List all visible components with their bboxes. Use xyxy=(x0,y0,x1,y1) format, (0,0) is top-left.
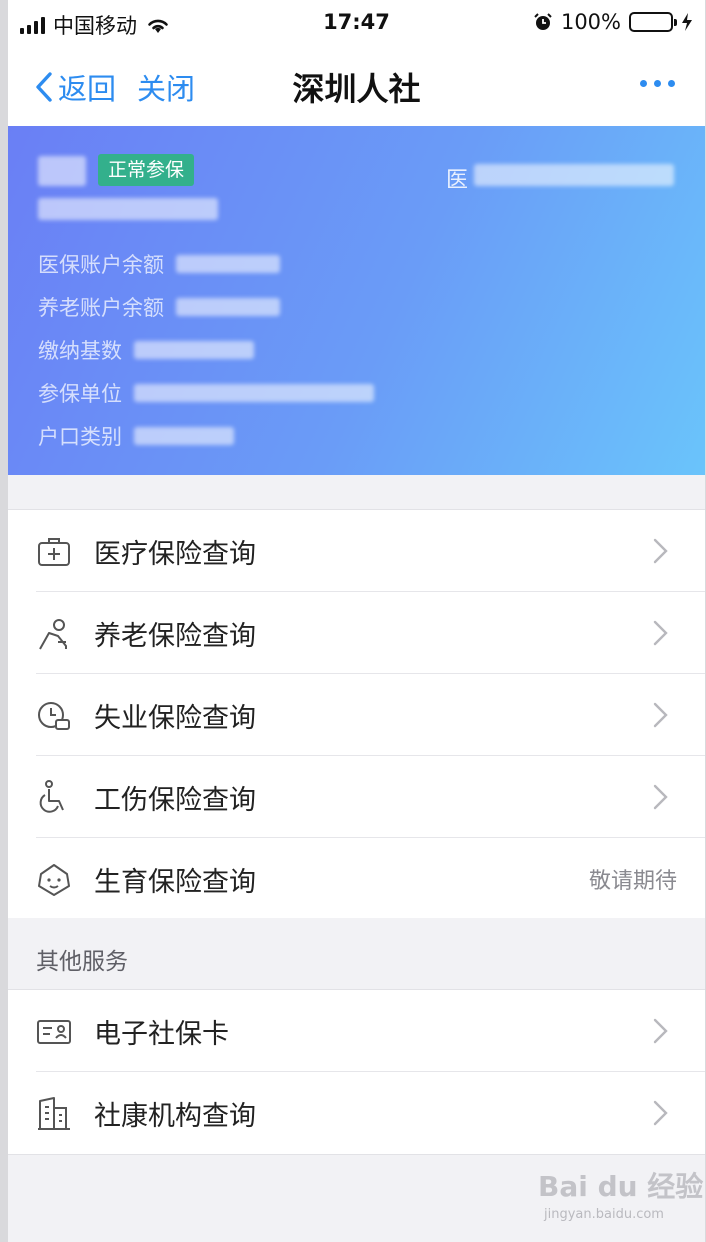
watermark-subtext: jingyan.baidu.com xyxy=(544,1207,664,1222)
section-header-other-services: 其他服务 xyxy=(8,918,705,989)
list-item-work-injury-insurance[interactable]: 工伤保险查询 xyxy=(8,756,705,838)
building-icon xyxy=(38,1097,70,1130)
item-label: 失业保险查询 xyxy=(94,702,256,734)
status-badge: 正常参保 xyxy=(98,154,195,186)
battery-icon xyxy=(629,12,677,32)
dot-icon xyxy=(668,80,675,87)
list-item-unemployment-insurance[interactable]: 失业保险查询 xyxy=(8,674,705,756)
field-employer: 参保单位 xyxy=(38,371,374,414)
id-card-icon xyxy=(37,1020,71,1044)
list-item-medical-insurance[interactable]: 医疗保险查询 xyxy=(8,510,705,592)
chevron-right-icon xyxy=(653,1018,668,1044)
chevron-right-icon xyxy=(653,1100,668,1126)
dot-icon xyxy=(640,80,647,87)
chevron-right-icon xyxy=(653,538,668,564)
back-label: 返回 xyxy=(58,72,117,106)
field-pension-balance: 养老账户余额 xyxy=(38,285,374,328)
item-label: 养老保险查询 xyxy=(94,620,256,652)
redacted-medical-number xyxy=(474,164,674,186)
field-label: 参保单位 xyxy=(38,381,122,406)
field-label: 户口类别 xyxy=(38,424,122,449)
redacted-value xyxy=(176,254,280,273)
redacted-name xyxy=(38,156,86,186)
baidu-watermark: Bai du 经验 jingyan.baidu.com xyxy=(538,1165,703,1222)
redacted-value xyxy=(134,340,254,359)
insurance-query-list: 医疗保险查询 养老保险查询 失业保险查询 工伤保险查询 生育保险查询 敬请期待 xyxy=(8,509,705,921)
dot-icon xyxy=(654,80,661,87)
battery-percent: 100% xyxy=(560,10,621,34)
back-button[interactable]: 返回 xyxy=(34,66,116,108)
chevron-right-icon xyxy=(653,784,668,810)
list-item-community-health-query[interactable]: 社康机构查询 xyxy=(8,1072,705,1154)
field-label: 医保账户余额 xyxy=(38,252,164,277)
field-household-type: 户口类别 xyxy=(38,414,374,457)
list-item-electronic-social-card[interactable]: 电子社保卡 xyxy=(8,990,705,1072)
list-item-maternity-insurance[interactable]: 生育保险查询 敬请期待 xyxy=(8,838,705,920)
redacted-value xyxy=(134,426,234,445)
unemployment-icon xyxy=(38,702,70,730)
field-label: 养老账户余额 xyxy=(38,295,164,320)
alarm-icon xyxy=(534,13,552,30)
item-label: 社康机构查询 xyxy=(94,1100,256,1132)
close-button[interactable]: 关闭 xyxy=(137,66,195,108)
more-options-button[interactable] xyxy=(640,80,675,87)
watermark-text: Bai du 经验 xyxy=(538,1170,704,1203)
baby-face-icon xyxy=(38,864,70,896)
chevron-right-icon xyxy=(653,620,668,646)
field-label: 缴纳基数 xyxy=(38,338,122,363)
card-fields: 医保账户余额 养老账户余额 缴纳基数 参保单位 户口类别 xyxy=(38,242,374,457)
redacted-value xyxy=(134,383,374,402)
list-item-pension-insurance[interactable]: 养老保险查询 xyxy=(8,592,705,674)
section-title: 其他服务 xyxy=(36,949,128,975)
redacted-value xyxy=(176,297,280,316)
app-frame: 中国移动 17:47 100% 返回 关闭 深圳人社 正常参保 医 医保账户余额… xyxy=(8,0,705,1242)
item-label: 工伤保险查询 xyxy=(94,784,256,816)
elderly-person-icon xyxy=(39,619,67,650)
item-label: 生育保险查询 xyxy=(94,866,256,898)
chevron-right-icon xyxy=(653,702,668,728)
coming-soon-label: 敬请期待 xyxy=(588,869,677,894)
nav-bar: 返回 关闭 深圳人社 xyxy=(8,50,705,126)
charging-icon xyxy=(682,13,692,31)
medical-card-label: 医 xyxy=(446,168,469,193)
status-bar: 中国移动 17:47 100% xyxy=(8,0,705,50)
field-contribution-base: 缴纳基数 xyxy=(38,328,374,371)
status-right: 100% xyxy=(533,10,693,34)
item-label: 医疗保险查询 xyxy=(94,538,256,570)
wheelchair-icon xyxy=(39,780,64,813)
item-label: 电子社保卡 xyxy=(94,1018,229,1050)
field-medical-balance: 医保账户余额 xyxy=(38,242,374,285)
redacted-id-number xyxy=(38,198,218,220)
insurance-card: 正常参保 医 医保账户余额 养老账户余额 缴纳基数 参保单位 户口类别 xyxy=(8,126,705,475)
medical-kit-icon xyxy=(38,538,70,566)
chevron-left-icon xyxy=(36,72,52,102)
other-services-list: 电子社保卡 社康机构查询 xyxy=(8,989,705,1155)
